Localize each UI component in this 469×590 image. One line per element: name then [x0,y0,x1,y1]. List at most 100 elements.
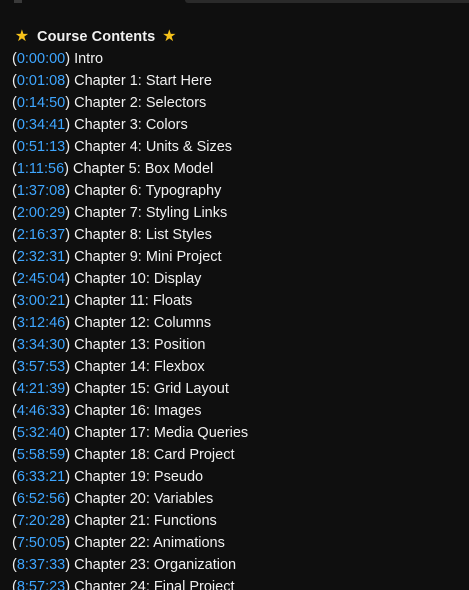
chapter-title: Chapter 10: Display [74,271,202,287]
chapter-timestamp-link[interactable]: 5:32:40 [17,425,65,441]
search-bar-edge[interactable] [185,0,469,3]
top-edge [0,0,469,3]
chapter-title: Chapter 8: List Styles [74,227,212,243]
chapter-title: Intro [74,51,104,67]
close-paren: ) [65,249,75,265]
chapter-timestamp-link[interactable]: 1:37:08 [17,183,65,199]
chapter-title: Chapter 4: Units & Sizes [74,139,233,155]
chapter-row: (2:32:31) Chapter 9: Mini Project [12,246,465,268]
close-paren: ) [65,447,75,463]
close-paren: ) [65,183,75,199]
chapter-title: Chapter 14: Flexbox [74,359,205,375]
chapter-timestamp-link[interactable]: 2:16:37 [17,227,65,243]
heading-title: Course Contents [37,29,156,45]
close-paren: ) [65,73,75,89]
chapter-title: Chapter 2: Selectors [74,95,207,111]
chapter-row: (7:50:05) Chapter 22: Animations [12,532,465,554]
chapter-row: (5:32:40) Chapter 17: Media Queries [12,422,465,444]
chapter-title: Chapter 13: Position [74,337,206,353]
chapter-timestamp-link[interactable]: 2:00:29 [17,205,65,221]
chapter-row: (8:57:23) Chapter 24: Final Project [12,576,465,590]
video-description: ★ Course Contents ★ (0:00:00) Intro (0:01… [12,26,465,590]
close-paren: ) [65,51,75,67]
close-paren: ) [65,403,75,419]
chapter-title: Chapter 19: Pseudo [74,469,204,485]
chapter-timestamp-link[interactable]: 8:57:23 [17,579,65,590]
chapter-title: Chapter 7: Styling Links [74,205,228,221]
chapter-timestamp-link[interactable]: 3:00:21 [17,293,65,309]
chapter-title: Chapter 15: Grid Layout [74,381,229,397]
chapter-row: (1:37:08) Chapter 6: Typography [12,180,465,202]
chapter-timestamp-link[interactable]: 3:34:30 [17,337,65,353]
chapter-title: Chapter 20: Variables [74,491,214,507]
chapter-row: (6:52:56) Chapter 20: Variables [12,488,465,510]
chapter-row: (0:51:13) Chapter 4: Units & Sizes [12,136,465,158]
star-icon: ★ [14,28,30,45]
chapter-timestamp-link[interactable]: 1:11:56 [17,161,64,177]
chapter-timestamp-link[interactable]: 0:14:50 [17,95,65,111]
top-edge-nub [14,0,22,3]
close-paren: ) [65,227,75,243]
chapter-title: Chapter 22: Animations [74,535,225,551]
chapter-row: (2:16:37) Chapter 8: List Styles [12,224,465,246]
chapter-list: (0:00:00) Intro (0:01:08) Chapter 1: Star… [12,48,465,590]
chapter-title: Chapter 23: Organization [74,557,237,573]
chapter-title: Chapter 11: Floats [74,293,193,309]
close-paren: ) [65,469,75,485]
chapter-timestamp-link[interactable]: 7:50:05 [17,535,65,551]
close-paren: ) [64,161,74,177]
close-paren: ) [65,535,75,551]
close-paren: ) [65,513,75,529]
chapter-row: (4:46:33) Chapter 16: Images [12,400,465,422]
chapter-timestamp-link[interactable]: 3:57:53 [17,359,65,375]
chapter-row: (8:37:33) Chapter 23: Organization [12,554,465,576]
close-paren: ) [65,557,75,573]
chapter-timestamp-link[interactable]: 0:01:08 [17,73,65,89]
chapter-title: Chapter 5: Box Model [73,161,214,177]
chapter-timestamp-link[interactable]: 7:20:28 [17,513,65,529]
close-paren: ) [65,425,75,441]
chapter-row: (7:20:28) Chapter 21: Functions [12,510,465,532]
chapter-title: Chapter 1: Start Here [74,73,212,89]
close-paren: ) [65,381,75,397]
course-contents-heading: ★ Course Contents ★ [12,26,465,48]
chapter-timestamp-link[interactable]: 2:32:31 [17,249,65,265]
chapter-timestamp-link[interactable]: 0:00:00 [17,51,65,67]
chapter-row: (6:33:21) Chapter 19: Pseudo [12,466,465,488]
close-paren: ) [65,95,75,111]
chapter-row: (0:01:08) Chapter 1: Start Here [12,70,465,92]
chapter-title: Chapter 17: Media Queries [74,425,249,441]
chapter-timestamp-link[interactable]: 5:58:59 [17,447,65,463]
close-paren: ) [65,139,75,155]
chapter-title: Chapter 16: Images [74,403,202,419]
chapter-timestamp-link[interactable]: 6:33:21 [17,469,65,485]
chapter-row: (0:14:50) Chapter 2: Selectors [12,92,465,114]
chapter-timestamp-link[interactable]: 4:46:33 [17,403,65,419]
chapter-timestamp-link[interactable]: 4:21:39 [17,381,65,397]
close-paren: ) [65,337,75,353]
chapter-title: Chapter 9: Mini Project [74,249,222,265]
chapter-row: (3:34:30) Chapter 13: Position [12,334,465,356]
chapter-title: Chapter 18: Card Project [74,447,235,463]
close-paren: ) [65,491,75,507]
chapter-row: (0:00:00) Intro [12,48,465,70]
chapter-title: Chapter 12: Columns [74,315,212,331]
chapter-title: Chapter 6: Typography [74,183,222,199]
close-paren: ) [65,293,75,309]
close-paren: ) [65,315,75,331]
chapter-timestamp-link[interactable]: 6:52:56 [17,491,65,507]
chapter-timestamp-link[interactable]: 8:37:33 [17,557,65,573]
close-paren: ) [65,359,75,375]
chapter-timestamp-link[interactable]: 3:12:46 [17,315,65,331]
chapter-title: Chapter 24: Final Project [74,579,235,590]
chapter-row: (2:45:04) Chapter 10: Display [12,268,465,290]
chapter-row: (2:00:29) Chapter 7: Styling Links [12,202,465,224]
chapter-timestamp-link[interactable]: 2:45:04 [17,271,65,287]
chapter-row: (3:12:46) Chapter 12: Columns [12,312,465,334]
close-paren: ) [65,205,75,221]
chapter-timestamp-link[interactable]: 0:51:13 [17,139,65,155]
close-paren: ) [65,271,75,287]
chapter-timestamp-link[interactable]: 0:34:41 [17,117,65,133]
chapter-title: Chapter 21: Functions [74,513,217,529]
chapter-row: (1:11:56) Chapter 5: Box Model [12,158,465,180]
